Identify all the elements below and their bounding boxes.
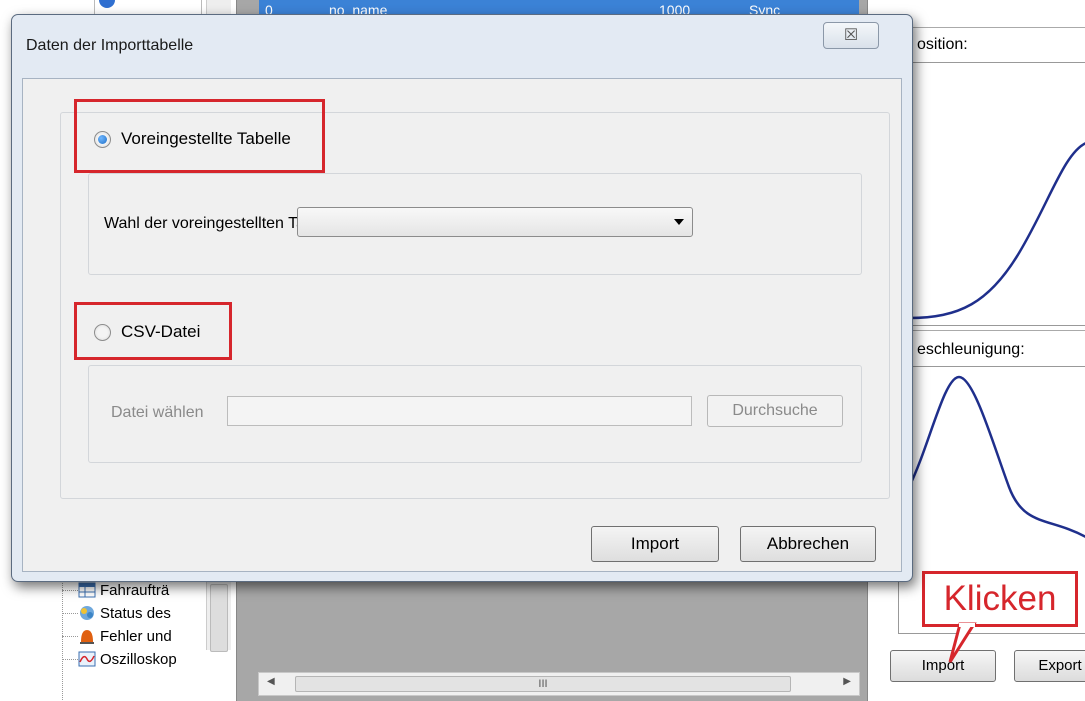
source-options-group: Voreingestellte Tabelle Wahl der voreing… <box>60 99 890 499</box>
close-button[interactable]: ☒ <box>823 22 879 49</box>
tree-item-oszilloskop[interactable]: Oszilloskop <box>78 648 177 670</box>
status-icon <box>80 606 94 620</box>
acceleration-label: eschleunigung: <box>917 341 1025 358</box>
csv-file-group: Datei wählen Durchsuche <box>88 365 862 463</box>
oscilloscope-icon <box>78 651 96 667</box>
position-curve <box>908 142 1085 320</box>
radio-preset-label: Voreingestellte Tabelle <box>121 129 291 148</box>
tree-item-status[interactable]: Status des <box>78 602 171 624</box>
position-chart <box>898 62 1085 326</box>
csv-file-label: Datei wählen <box>111 404 204 421</box>
csv-file-input[interactable] <box>227 396 692 426</box>
radio-button-checked[interactable] <box>94 130 111 148</box>
dialog-title: Daten der Importtabelle <box>26 37 194 54</box>
tree-connector <box>62 580 63 700</box>
preset-table-group: Wahl der voreingestellten Tabelle: <box>88 173 862 275</box>
chevron-down-icon <box>674 219 684 225</box>
position-label: osition: <box>917 36 968 53</box>
tree-item-label: Oszilloskop <box>100 650 177 668</box>
scroll-left-arrow-icon[interactable]: ◀ <box>267 676 275 687</box>
grid-horizontal-scrollbar[interactable]: ◀ III ▶ <box>258 672 860 696</box>
radio-csv-file[interactable]: CSV-Datei <box>94 322 200 342</box>
tree-item-fehler[interactable]: Fehler und <box>78 625 172 647</box>
scrollbar-grip: III <box>538 678 548 690</box>
table-icon <box>78 582 96 598</box>
radio-preset-table[interactable]: Voreingestellte Tabelle <box>94 129 291 149</box>
close-icon: ☒ <box>843 27 859 44</box>
position-header: osition: <box>908 27 1085 64</box>
cancel-button[interactable]: Abbrechen <box>740 526 876 562</box>
callout-text: Klicken <box>943 579 1057 618</box>
import-table-dialog: Daten der Importtabelle ☒ Voreingestellt… <box>11 14 913 582</box>
tree-node-icon <box>99 0 115 8</box>
tree-item-label: Fehler und <box>100 627 172 645</box>
callout-pointer <box>948 622 977 663</box>
import-confirm-button[interactable]: Import <box>591 526 719 562</box>
grid-scrollbar-thumb[interactable]: III <box>295 676 791 692</box>
tree-item-partial[interactable] <box>94 0 202 15</box>
tree-item-label: Fahraufträ <box>100 581 170 599</box>
dialog-content: Voreingestellte Tabelle Wahl der voreing… <box>22 78 902 572</box>
radio-button-unchecked[interactable] <box>94 323 111 341</box>
click-callout: Klicken <box>922 571 1078 627</box>
acceleration-header: eschleunigung: <box>908 330 1085 367</box>
export-button[interactable]: Export <box>1014 650 1085 682</box>
tree-item-fahrauftraege[interactable]: Fahraufträ <box>78 579 169 601</box>
tree-scrollbar-thumb[interactable] <box>210 584 228 652</box>
scroll-right-arrow-icon[interactable]: ▶ <box>843 676 851 687</box>
radio-csv-label: CSV-Datei <box>121 322 201 341</box>
browse-button[interactable]: Durchsuche <box>707 395 843 427</box>
alarm-light-icon <box>80 630 94 644</box>
preset-table-select[interactable] <box>297 207 693 237</box>
tree-item-label: Status des <box>100 604 171 622</box>
